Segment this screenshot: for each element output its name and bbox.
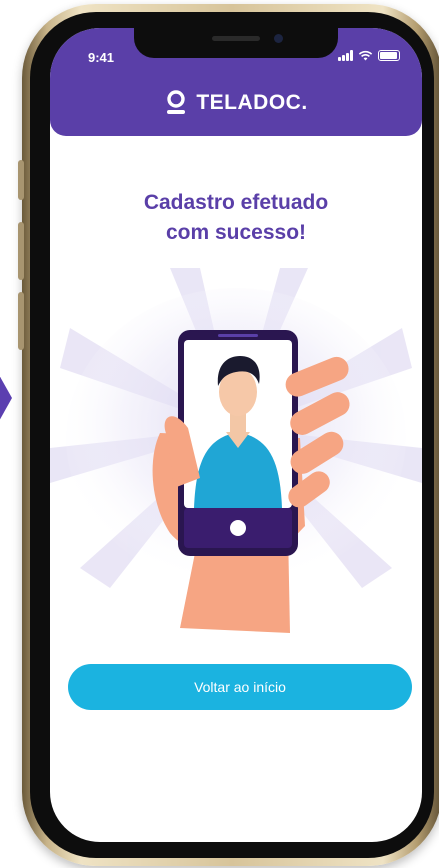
volume-up-button <box>18 222 24 280</box>
status-time: 9:41 <box>88 50 115 65</box>
phone-top-slot <box>218 334 258 337</box>
battery-icon <box>378 50 400 61</box>
back-to-start-button[interactable]: Voltar ao início <box>68 664 412 710</box>
volume-down-button <box>18 292 24 350</box>
wifi-icon <box>358 50 373 61</box>
signal-icon <box>338 50 353 61</box>
mute-switch <box>18 160 24 200</box>
status-icons <box>338 50 400 61</box>
page-title: Cadastro efetuado com sucesso! <box>50 188 422 248</box>
logo-text: TELADOC. <box>196 91 308 114</box>
shutter-button-illustration <box>230 520 246 536</box>
title-line-2: com sucesso! <box>165 221 307 244</box>
hand-holding-phone-illustration <box>50 268 422 633</box>
phone-notch <box>134 28 338 58</box>
app-screen: 9:41 TELADOC. Cadastro efetuado com suce… <box>50 28 422 842</box>
title-line-1: Cadastro efetuado <box>143 191 329 214</box>
background-arrow-shape <box>0 366 12 430</box>
front-camera <box>274 34 283 43</box>
teladoc-logo: TELADOC. <box>50 90 422 116</box>
speaker-grille <box>212 36 260 41</box>
teladoc-logo-icon <box>167 90 186 114</box>
